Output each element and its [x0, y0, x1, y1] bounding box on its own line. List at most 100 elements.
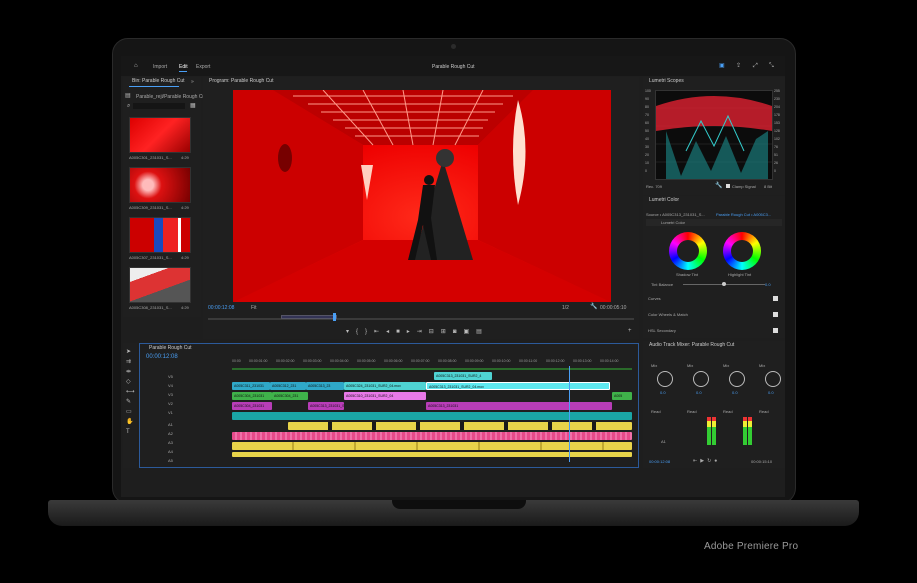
automation-mode[interactable]: Read: [651, 409, 661, 414]
clip-v2-1[interactable]: A005C304_231031: [232, 402, 272, 410]
export-frame-icon[interactable]: ◙: [453, 329, 464, 335]
pan-knob[interactable]: [693, 371, 709, 387]
resolution-dropdown[interactable]: 1/2: [562, 305, 569, 311]
track-v1[interactable]: V1: [168, 410, 173, 415]
tint-balance-handle[interactable]: [722, 282, 726, 286]
pan-value[interactable]: 0.0: [768, 390, 774, 395]
settings-icon[interactable]: ▤: [476, 329, 489, 335]
timeline-timecode[interactable]: 00:00:12:08: [146, 354, 178, 360]
mixer-tab[interactable]: Audio Track Mixer: Parable Rough Cut: [646, 341, 734, 350]
automation-mode[interactable]: Read: [723, 409, 733, 414]
pan-knob[interactable]: [729, 371, 745, 387]
color-space-label[interactable]: Rec. 709: [646, 184, 662, 189]
track-v3[interactable]: V3: [168, 392, 173, 397]
track-v5[interactable]: V5: [168, 374, 173, 379]
channel-mode[interactable]: Mix: [723, 363, 729, 368]
lift-icon[interactable]: ⊟: [429, 329, 441, 335]
audio-clip-a3[interactable]: [232, 432, 632, 440]
clip-v4-4[interactable]: A005C324_231031_SUR2_04.mov: [344, 382, 426, 390]
go-to-out-icon[interactable]: ⇥: [417, 329, 429, 335]
section-curves[interactable]: Curves: [648, 296, 661, 301]
audio-clip-a1[interactable]: [232, 412, 632, 420]
curves-checkbox[interactable]: [773, 296, 778, 301]
workspace-layout-icon[interactable]: ▣: [719, 63, 725, 69]
go-to-in-icon[interactable]: ⇤: [374, 329, 386, 335]
timeline-work-bar[interactable]: [232, 368, 632, 370]
section-color-wheels[interactable]: Color Wheels & Match: [648, 312, 688, 317]
hand-icon[interactable]: ✋: [126, 419, 133, 425]
lumetri-target[interactable]: Parable Rough Cut • A005C3...: [716, 212, 771, 217]
timeline-ruler[interactable]: 00:00 00:00:01:00 00:00:02:00 00:00:03:0…: [232, 359, 632, 367]
clip-v4-1[interactable]: A005C311_231031: [232, 382, 270, 390]
razor-icon[interactable]: ◇: [126, 379, 131, 385]
compare-icon[interactable]: ▣: [463, 329, 476, 335]
share-icon[interactable]: ⇪: [736, 63, 741, 69]
highlight-tint-wheel[interactable]: [723, 232, 761, 270]
workspace-export[interactable]: Export: [196, 64, 210, 70]
track-v2[interactable]: V2: [168, 401, 173, 406]
ripple-edit-icon[interactable]: ⇹: [126, 369, 131, 375]
track-select-icon[interactable]: ⇉: [126, 359, 131, 365]
tint-balance-value[interactable]: 0.0: [765, 282, 771, 287]
audio-clip-a2[interactable]: [288, 422, 632, 430]
scopes-tab[interactable]: Lumetri Scopes: [646, 77, 684, 86]
out-point-icon[interactable]: }: [365, 329, 374, 335]
program-tab[interactable]: Program: Parable Rough Cut: [206, 77, 273, 86]
clip-v3-4[interactable]: A005: [612, 392, 632, 400]
bin-thumb-4[interactable]: [129, 267, 191, 303]
in-point-icon[interactable]: {: [356, 329, 365, 335]
selection-tool-icon[interactable]: ➤: [126, 349, 131, 355]
track-v4[interactable]: V4: [168, 383, 173, 388]
shadow-tint-wheel[interactable]: [669, 232, 707, 270]
track-a4[interactable]: A4: [168, 449, 173, 454]
bin-thumb-3[interactable]: [129, 217, 191, 253]
bin-thumb-2[interactable]: [129, 167, 191, 203]
track-a1[interactable]: A1: [168, 422, 173, 427]
hsl-checkbox[interactable]: [773, 328, 778, 333]
automation-mode[interactable]: Read: [759, 409, 769, 414]
work-area-bar[interactable]: [281, 315, 337, 319]
extract-icon[interactable]: ⊞: [441, 329, 453, 335]
bin-thumb-1[interactable]: [129, 117, 191, 153]
clip-v2-2[interactable]: A005C313_231031_SUR2_04: [308, 402, 344, 410]
slip-icon[interactable]: ⟷: [126, 389, 135, 395]
play-icon[interactable]: ■: [396, 329, 407, 335]
record-icon[interactable]: ●: [714, 458, 720, 464]
wrench-icon[interactable]: 🔧: [715, 183, 722, 189]
program-scrub-bar[interactable]: [208, 318, 634, 320]
pan-knob[interactable]: [657, 371, 673, 387]
channel-mode[interactable]: Mix: [651, 363, 657, 368]
channel-mode[interactable]: Mix: [759, 363, 765, 368]
clip-v4-5[interactable]: A005C313_231031_SUR2_04.mov: [426, 382, 610, 390]
pen-icon[interactable]: ✎: [126, 399, 131, 405]
close-icon[interactable]: ⤡: [769, 63, 774, 69]
step-forward-icon[interactable]: ▸: [407, 329, 417, 335]
program-playhead[interactable]: [333, 313, 336, 321]
section-hsl[interactable]: HSL Secondary: [648, 328, 676, 333]
bin-tab[interactable]: Bin: Parable Rough Cut: [129, 77, 185, 86]
new-bin-icon[interactable]: ▦: [190, 103, 196, 109]
panel-menu-icon[interactable]: »: [191, 79, 194, 85]
track-a3[interactable]: A3: [168, 440, 173, 445]
clip-v3-3[interactable]: A005C310_231031_SUR2_04: [344, 392, 426, 400]
clip-v4-3[interactable]: A005C313_23: [306, 382, 344, 390]
track-a2[interactable]: A2: [168, 431, 173, 436]
workspace-import[interactable]: Import: [153, 64, 167, 70]
clip-v2-3[interactable]: A005C313_231031: [426, 402, 612, 410]
mixer-timecode-left[interactable]: 00:00:12:08: [649, 459, 670, 464]
add-button-icon[interactable]: +: [628, 328, 632, 334]
color-wheels-checkbox[interactable]: [773, 312, 778, 317]
audio-clip-a5[interactable]: [232, 452, 632, 457]
marker-icon[interactable]: ▾: [346, 329, 356, 335]
track-a5[interactable]: A5: [168, 458, 173, 463]
step-back-icon[interactable]: ◂: [386, 329, 396, 335]
rectangle-icon[interactable]: ▭: [126, 409, 132, 415]
bit-depth-dropdown[interactable]: 8 Bit: [764, 184, 772, 189]
clip-v4-2[interactable]: A005C312_231: [270, 382, 306, 390]
workspace-edit[interactable]: Edit: [179, 64, 188, 70]
pan-knob[interactable]: [765, 371, 781, 387]
clamp-checkbox[interactable]: [726, 184, 730, 188]
lumetri-color-tab[interactable]: Lumetri Color: [646, 196, 679, 205]
fullscreen-icon[interactable]: ⤢: [753, 63, 758, 69]
wrench-icon[interactable]: 🔧: [590, 304, 597, 310]
